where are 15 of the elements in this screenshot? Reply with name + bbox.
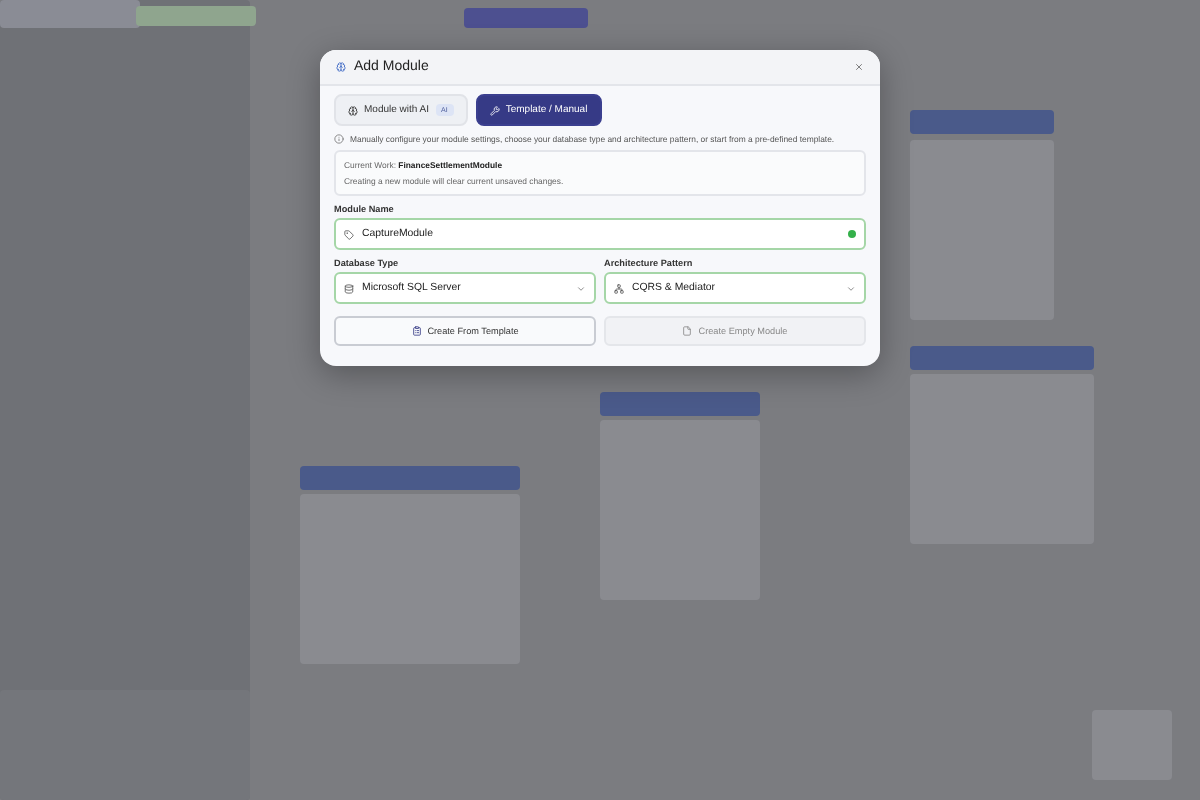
brain-icon bbox=[348, 105, 358, 115]
blurred-panel bbox=[0, 0, 140, 28]
blurred-panel bbox=[464, 8, 588, 28]
database-icon bbox=[344, 283, 354, 293]
blurred-panel bbox=[910, 110, 1054, 134]
tools-icon bbox=[489, 105, 500, 115]
module-icon bbox=[336, 62, 346, 72]
network-icon bbox=[614, 283, 624, 293]
clipboard-icon bbox=[411, 326, 422, 336]
blurred-panel bbox=[136, 6, 256, 26]
chevron-down-icon bbox=[576, 283, 586, 293]
info-icon bbox=[334, 134, 344, 144]
file-icon bbox=[682, 326, 693, 336]
tag-icon bbox=[344, 229, 354, 239]
chevron-down-icon bbox=[846, 283, 856, 293]
